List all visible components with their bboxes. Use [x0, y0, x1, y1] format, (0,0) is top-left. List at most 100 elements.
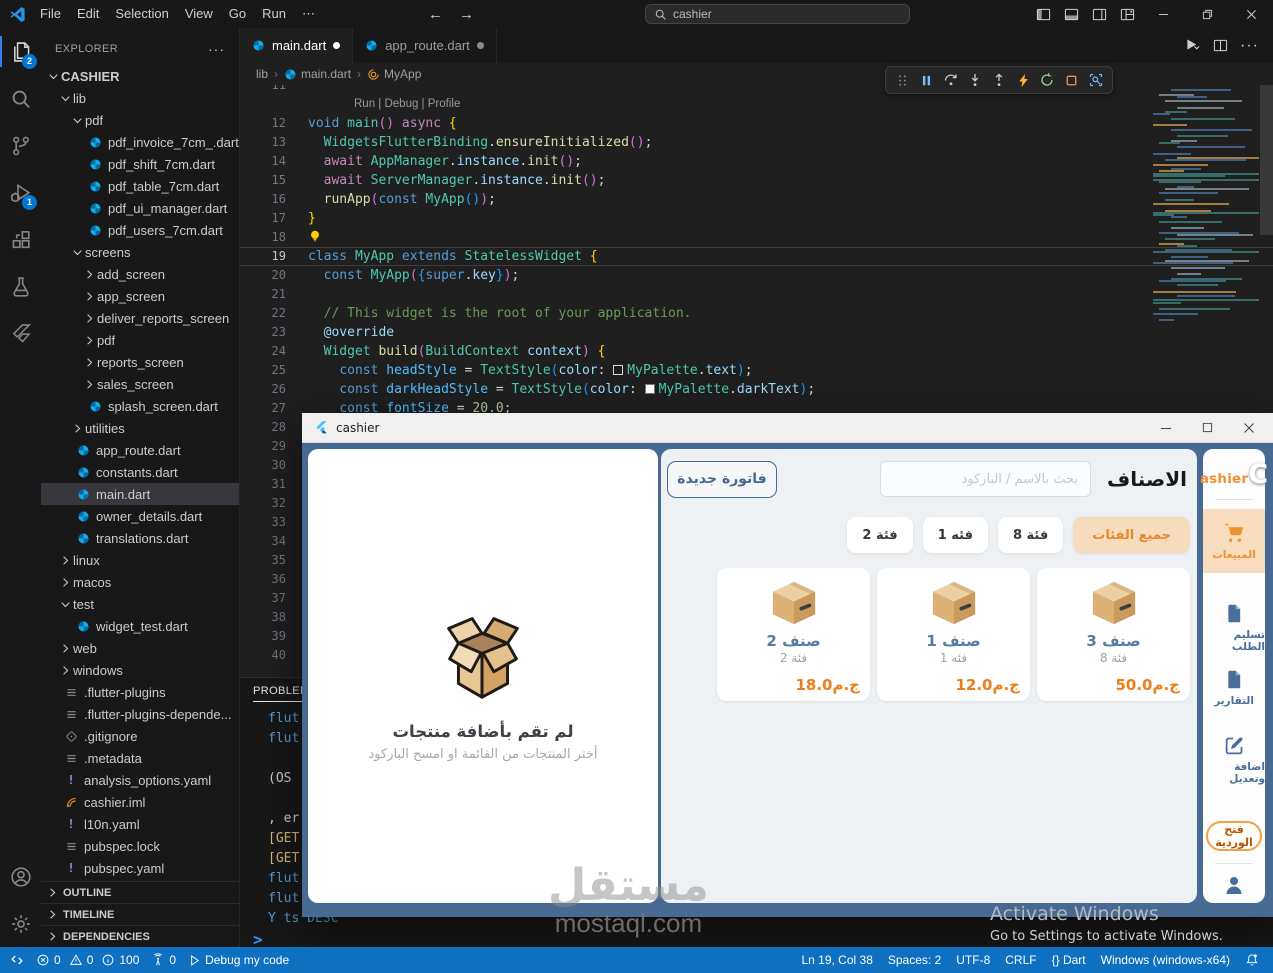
run-or-debug-icon[interactable]	[1185, 38, 1201, 54]
activity-flutter-icon[interactable]	[0, 310, 41, 357]
restore-button[interactable]	[1185, 0, 1229, 28]
close-button[interactable]	[1229, 0, 1273, 28]
split-editor-icon[interactable]	[1213, 38, 1228, 53]
sidebar-item-deliver-order[interactable]: تسليم الطلب	[1203, 597, 1265, 659]
tree-item-main-dart[interactable]: main.dart	[41, 483, 239, 505]
breadcrumb-myapp[interactable]: MyApp	[367, 67, 421, 81]
chip-all-categories[interactable]: جميع الفئات	[1073, 517, 1190, 553]
product-search-input[interactable]	[880, 461, 1092, 497]
open-shift-button[interactable]: فتح الوردية	[1206, 821, 1262, 851]
status-dart[interactable]: {} Dart	[1052, 953, 1086, 967]
pause-icon[interactable]	[915, 69, 937, 91]
app-close-icon[interactable]	[1243, 422, 1255, 434]
tree-item-widget-test-dart[interactable]: widget_test.dart	[41, 615, 239, 637]
product-card-3[interactable]: صنف 2 فئة 2 ج.م18.0	[717, 568, 870, 701]
step-out-icon[interactable]	[988, 69, 1010, 91]
tree-item-macos[interactable]: macos	[41, 571, 239, 593]
section-timeline[interactable]: TIMELINE	[41, 903, 239, 925]
menu-go[interactable]: Go	[221, 3, 254, 25]
breadcrumb-main-dart[interactable]: main.dart	[284, 67, 351, 81]
app-minimize-icon[interactable]	[1160, 422, 1172, 434]
tree-item-l10n-yaml[interactable]: ! l10n.yaml	[41, 813, 239, 835]
product-card-1[interactable]: صنف 3 فئة 8 ج.م50.0	[1037, 568, 1190, 701]
tree-item-reports-screen[interactable]: reports_screen	[41, 351, 239, 373]
activity-settings-icon[interactable]	[0, 900, 41, 947]
minimap[interactable]	[1153, 85, 1259, 337]
tree-item-linux[interactable]: linux	[41, 549, 239, 571]
codelens-run-debug-profile[interactable]: Run | Debug | Profile	[354, 95, 460, 114]
activity-run-debug-icon[interactable]: 1	[0, 169, 41, 216]
tree-item-sales-screen[interactable]: sales_screen	[41, 373, 239, 395]
status-spaces-2[interactable]: Spaces: 2	[888, 953, 941, 967]
tree-item-metadata[interactable]: .metadata	[41, 747, 239, 769]
user-profile-icon[interactable]	[1203, 873, 1265, 897]
tree-item-pdf-table-7cm-dart[interactable]: pdf_table_7cm.dart	[41, 175, 239, 197]
notifications-bell-icon[interactable]	[1245, 953, 1259, 967]
tree-item-pdf-shift-7cm-dart[interactable]: pdf_shift_7cm.dart	[41, 153, 239, 175]
remote-indicator-icon[interactable]	[10, 953, 24, 967]
command-center-search[interactable]: cashier	[645, 4, 910, 24]
tree-item-windows[interactable]: windows	[41, 659, 239, 681]
minimize-button[interactable]	[1141, 0, 1185, 28]
tree-item-pubspec-lock[interactable]: pubspec.lock	[41, 835, 239, 857]
tree-item-add-screen[interactable]: add_screen	[41, 263, 239, 285]
tree-item-deliver-reports-screen[interactable]: deliver_reports_screen	[41, 307, 239, 329]
tree-item-splash-screen-dart[interactable]: splash_screen.dart	[41, 395, 239, 417]
tree-item-analysis-options-yaml[interactable]: ! analysis_options.yaml	[41, 769, 239, 791]
product-card-2[interactable]: صنف 1 فئه 1 ج.م12.0	[877, 568, 1030, 701]
section-outline[interactable]: OUTLINE	[41, 881, 239, 903]
activity-source-control-icon[interactable]	[0, 122, 41, 169]
menu-view[interactable]: View	[177, 3, 221, 25]
activity-extensions-icon[interactable]	[0, 216, 41, 263]
tab-main-dart[interactable]: main.dart	[240, 28, 354, 63]
app-maximize-icon[interactable]	[1202, 422, 1213, 433]
explorer-more-actions-icon[interactable]: ···	[208, 41, 225, 57]
tree-item-owner-details-dart[interactable]: owner_details.dart	[41, 505, 239, 527]
tree-item-app-screen[interactable]: app_screen	[41, 285, 239, 307]
sidebar-item-reports[interactable]: التقارير	[1203, 663, 1265, 713]
step-into-icon[interactable]	[964, 69, 986, 91]
debug-status[interactable]: Debug my code	[188, 953, 289, 967]
tab-app-route-dart[interactable]: app_route.dart	[353, 28, 497, 63]
stop-icon[interactable]	[1061, 69, 1083, 91]
tree-item-flutter-plugins[interactable]: .flutter-plugins	[41, 681, 239, 703]
drag-handle-icon[interactable]	[891, 69, 913, 91]
tree-item-pdf[interactable]: pdf	[41, 109, 239, 131]
step-over-icon[interactable]	[940, 69, 962, 91]
toggle-sidebar-icon[interactable]	[1029, 0, 1057, 28]
tree-item-pdf-invoice-7cm-dart[interactable]: pdf_invoice_7cm_.dart	[41, 131, 239, 153]
tree-item-pdf-ui-manager-dart[interactable]: pdf_ui_manager.dart	[41, 197, 239, 219]
tree-item-cashier-iml[interactable]: cashier.iml	[41, 791, 239, 813]
activity-search-icon[interactable]	[0, 75, 41, 122]
tree-item-utilities[interactable]: utilities	[41, 417, 239, 439]
chip-category-8[interactable]: فئة 8	[997, 517, 1064, 553]
chip-category-2[interactable]: فئة 2	[847, 517, 913, 553]
menu-selection[interactable]: Selection	[107, 3, 176, 25]
editor-scrollbar[interactable]	[1260, 85, 1273, 235]
customize-layout-icon[interactable]	[1113, 0, 1141, 28]
problems-status[interactable]: 0 0 100	[36, 953, 139, 967]
tree-item-flutter-plugins-depende[interactable]: .flutter-plugins-depende...	[41, 703, 239, 725]
activity-files-icon[interactable]: 2	[0, 28, 41, 75]
tree-item-web[interactable]: web	[41, 637, 239, 659]
toggle-panel-icon[interactable]	[1057, 0, 1085, 28]
toggle-secondary-sidebar-icon[interactable]	[1085, 0, 1113, 28]
hot-reload-icon[interactable]	[1012, 69, 1034, 91]
new-invoice-button[interactable]: فاتورة جديدة	[667, 460, 777, 498]
section-dependencies[interactable]: DEPENDENCIES	[41, 925, 239, 947]
chip-category-1[interactable]: فئه 1	[922, 517, 988, 553]
menu-run[interactable]: Run	[254, 3, 294, 25]
tree-item-screens[interactable]: screens	[41, 241, 239, 263]
menu-item[interactable]: ⋯	[294, 3, 323, 25]
widget-inspector-icon[interactable]	[1085, 69, 1107, 91]
back-arrow-icon[interactable]: ←	[428, 6, 443, 23]
menu-edit[interactable]: Edit	[69, 3, 107, 25]
lightbulb-icon[interactable]	[308, 229, 322, 243]
activity-testing-icon[interactable]	[0, 263, 41, 310]
forward-arrow-icon[interactable]: →	[459, 6, 474, 23]
tree-item-translations-dart[interactable]: translations.dart	[41, 527, 239, 549]
tree-item-cashier[interactable]: CASHIER	[41, 65, 239, 87]
status-ln-19-col-38[interactable]: Ln 19, Col 38	[801, 953, 872, 967]
app-titlebar[interactable]: cashier	[302, 413, 1273, 443]
status-utf-8[interactable]: UTF-8	[956, 953, 990, 967]
